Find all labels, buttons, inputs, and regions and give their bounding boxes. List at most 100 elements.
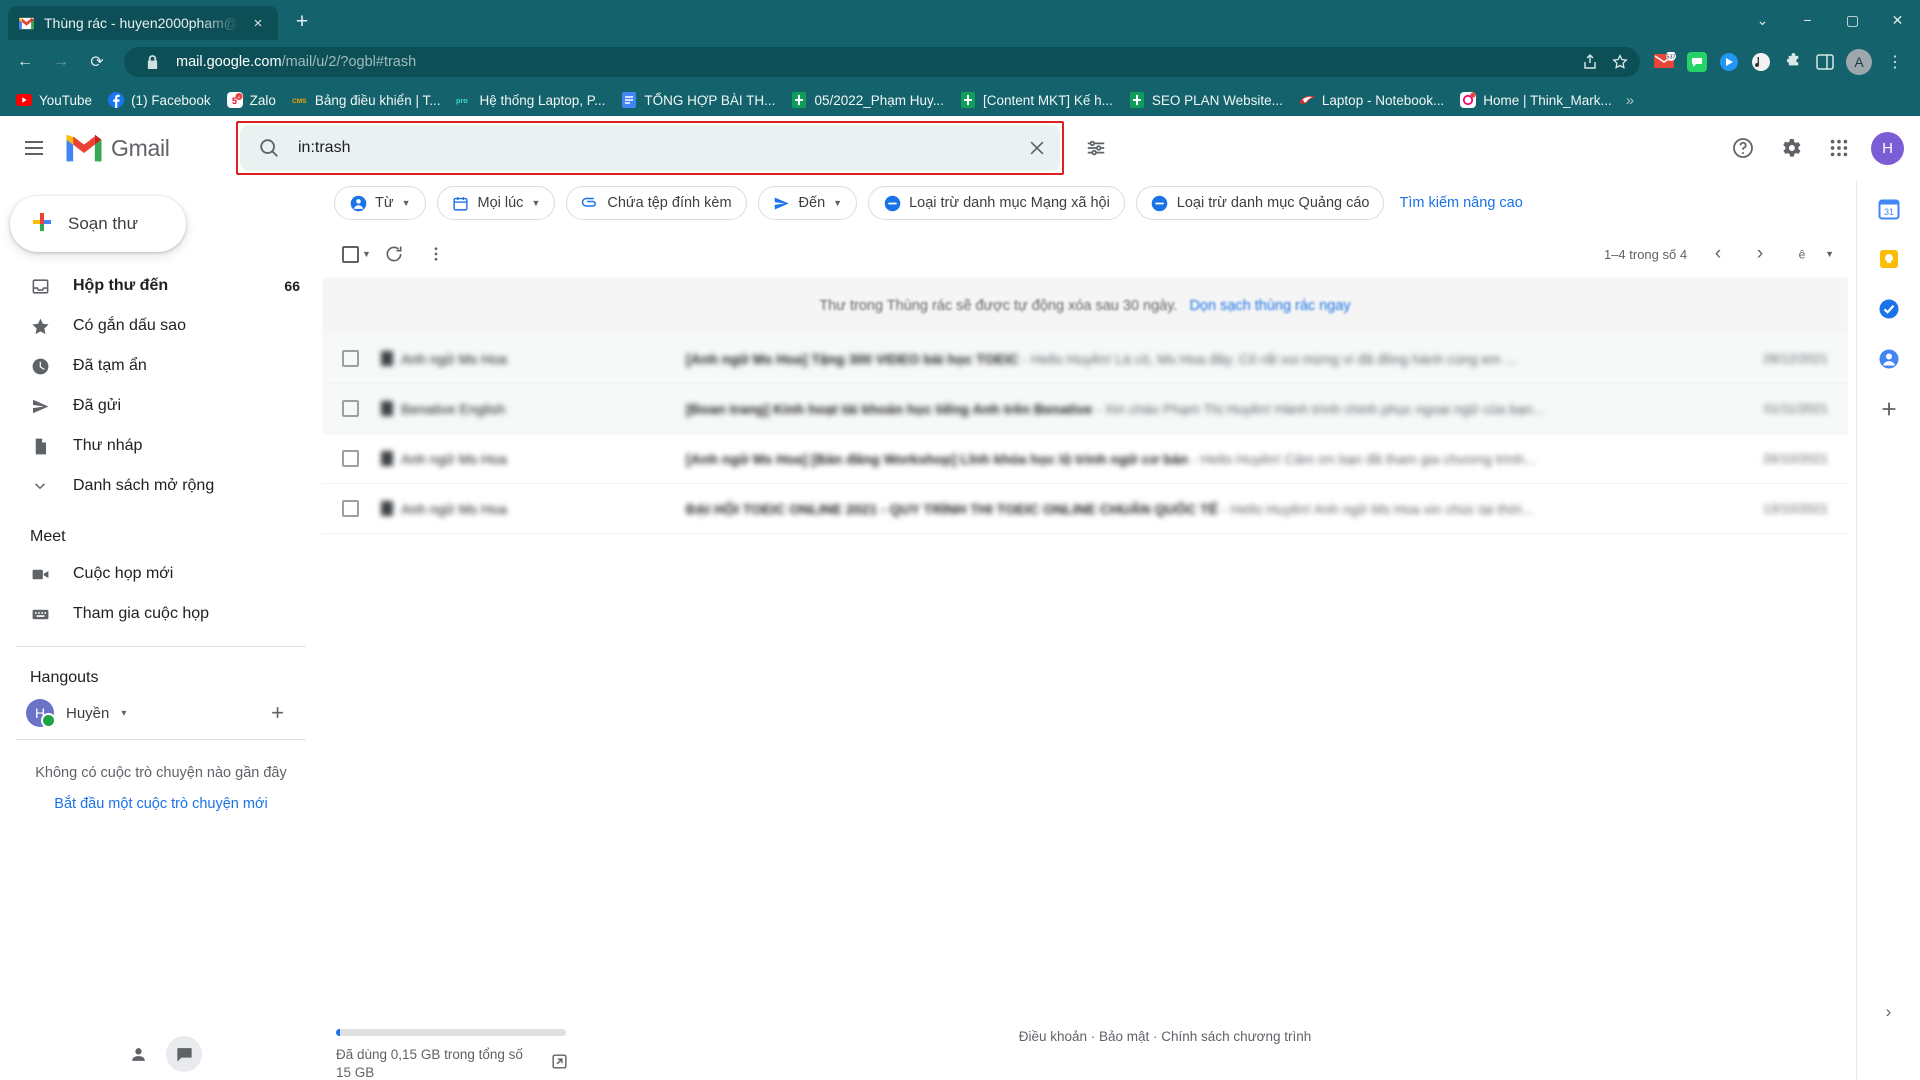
search-box[interactable]: in:trash [240,125,1060,171]
google-calendar-icon[interactable]: 31 [1872,192,1906,226]
sidebar-item-more[interactable]: Danh sách mở rộng [0,466,322,506]
sidebar-item-drafts[interactable]: Thư nháp [0,426,322,466]
checkbox-icon[interactable] [342,245,359,263]
chat-icon[interactable] [166,1036,202,1072]
main-menu-button[interactable] [10,124,58,172]
message-preview: ĐẠI HỘI TOEIC ONLINE 2021 - QUY TRÌNH TH… [686,500,1534,517]
sidebar-item-sent[interactable]: Đã gửi [0,386,322,426]
chip-from[interactable]: Từ ▼ [334,186,426,220]
bookmark-item[interactable]: pro Hệ thống Laptop, P... [448,89,613,111]
bookmark-item[interactable]: [Content MKT] Kế h... [952,89,1121,111]
bookmarks-overflow-button[interactable]: » [1626,92,1634,109]
bookmark-item[interactable]: (1) Facebook [100,89,219,111]
search-icon[interactable] [256,135,282,161]
chevron-down-icon[interactable]: ▼ [833,198,842,208]
sidebar-icon[interactable] [1810,47,1840,77]
chip-date[interactable]: Mọi lúc ▼ [436,186,556,220]
tab-search-chevron-icon[interactable]: ⌄ [1740,0,1785,40]
music-extension-icon[interactable] [1746,47,1776,77]
open-in-new-icon[interactable] [550,1052,569,1076]
browser-menu-button[interactable]: ⋮ [1878,45,1912,79]
chip-to[interactable]: Đến ▼ [757,186,858,220]
back-button[interactable]: ← [8,45,42,79]
next-page-button[interactable]: › [1741,235,1779,273]
hangouts-current-user[interactable]: H Huyền ▾ + [0,695,322,731]
google-tasks-icon[interactable] [1872,292,1906,326]
chevron-down-icon[interactable]: ▾ [121,708,126,719]
contacts-icon[interactable] [120,1036,156,1072]
chevron-down-icon[interactable]: ▼ [362,249,371,259]
close-icon[interactable]: × [248,13,268,33]
chip-label: Loại trừ danh mục Mạng xã hội [909,195,1110,211]
compose-button[interactable]: Soạn thư [10,196,186,252]
google-keep-icon[interactable] [1872,242,1906,276]
chip-has-attachment[interactable]: Chứa tệp đính kèm [566,186,747,220]
maximize-button[interactable]: ▢ [1830,0,1875,40]
chevron-down-icon[interactable]: ▼ [402,198,411,208]
bookmark-item[interactable]: 5 + Zalo [219,89,284,111]
search-options-icon[interactable] [1076,128,1116,168]
sidebar-item-starred[interactable]: Có gắn dấu sao [0,306,322,346]
gear-icon[interactable] [1770,127,1812,169]
meet-join-meeting[interactable]: Tham gia cuộc họp [0,594,322,634]
refresh-icon[interactable] [375,235,413,273]
chip-exclude-promotions[interactable]: Loại trừ danh mục Quảng cáo [1135,186,1385,220]
expand-panel-button[interactable]: › [1886,1002,1892,1022]
table-row[interactable]: Anh ngữ Ms Hoa [Anh ngữ Ms Hoa] [Bản đăn… [322,434,1848,484]
row-checkbox[interactable] [342,400,359,417]
table-row[interactable]: Anh ngữ Ms Hoa ĐẠI HỘI TOEIC ONLINE 2021… [322,484,1848,534]
reload-button[interactable]: ⟳ [80,45,114,79]
blue-extension-icon[interactable] [1714,47,1744,77]
bookmark-item[interactable]: SEO PLAN Website... [1121,89,1291,111]
bookmark-item[interactable]: 05/2022_Phạm Huy... [783,89,952,111]
mail-extension-icon[interactable]: 537 [1650,47,1680,77]
add-apps-icon[interactable] [1872,392,1906,426]
chevron-down-icon[interactable]: ▼ [1825,249,1842,259]
new-tab-button[interactable]: + [286,6,318,38]
row-checkbox[interactable] [342,500,359,517]
green-chat-icon[interactable] [1682,47,1712,77]
hangouts-add-button[interactable]: + [271,700,284,726]
main-area: Từ ▼ Mọi lúc ▼ Chứa tệp đính kèm Đến ▼ L… [322,180,1856,1080]
forward-button[interactable]: → [44,45,78,79]
sidebar-item-snoozed[interactable]: Đã tạm ẩn [0,346,322,386]
google-contacts-icon[interactable] [1872,342,1906,376]
close-window-button[interactable]: ✕ [1875,0,1920,40]
select-all-checkbox[interactable]: ▼ [342,245,371,263]
prev-page-button[interactable]: ‹ [1699,235,1737,273]
address-bar[interactable]: mail.google.com/mail/u/2/?ogbl#trash [124,47,1640,77]
row-checkbox[interactable] [342,350,359,367]
profile-avatar[interactable]: A [1846,49,1872,75]
input-tools-icon[interactable]: ê [1783,235,1821,273]
table-row[interactable]: Benative English [Đoan trang] Kinh hoạt … [322,384,1848,434]
meet-new-meeting[interactable]: Cuộc họp mới [0,554,322,594]
keyboard-icon [30,605,50,624]
more-vertical-icon[interactable] [417,235,455,273]
search-input[interactable]: in:trash [298,139,1008,157]
apps-grid-icon[interactable] [1818,127,1860,169]
bookmark-item[interactable]: TỔNG HỢP BÀI TH... [613,89,783,111]
storage-section: Đã dùng 0,15 GB trong tổng số 15 GB [322,1028,652,1080]
avatar[interactable]: H [1871,131,1904,165]
table-row[interactable]: Anh ngữ Ms Hoa [Anh ngữ Ms Hoa] Tặng 300… [322,334,1848,384]
bookmark-item[interactable]: YouTube [8,89,100,111]
footer-links[interactable]: Điều khoản · Bảo mật · Chính sách chương… [652,1029,1848,1044]
row-checkbox[interactable] [342,450,359,467]
sidebar-item-inbox[interactable]: Hộp thư đến 66 [0,266,322,306]
advanced-search-link[interactable]: Tìm kiếm nâng cao [1395,195,1522,211]
minimize-button[interactable]: − [1785,0,1830,40]
puzzle-icon[interactable] [1778,47,1808,77]
bookmark-item[interactable]: Home | Think_Mark... [1452,89,1620,111]
share-icon[interactable] [1576,48,1604,76]
hangouts-start-link[interactable]: Bắt đầu một cuộc trò chuyện mới [0,784,322,812]
empty-trash-link[interactable]: Dọn sạch thùng rác ngay [1189,298,1350,314]
chip-exclude-social[interactable]: Loại trừ danh mục Mạng xã hội [868,186,1125,220]
chevron-down-icon[interactable]: ▼ [531,198,540,208]
browser-tab[interactable]: Thùng rác - huyen2000pham@g × [8,6,278,40]
bookmark-item[interactable]: CMS Bảng điều khiển | T... [284,89,449,111]
help-icon[interactable] [1722,127,1764,169]
close-icon[interactable] [1024,135,1050,161]
gmail-logo[interactable]: Gmail [58,133,218,163]
bookmark-item[interactable]: Laptop - Notebook... [1291,89,1452,111]
star-icon[interactable] [1606,48,1634,76]
